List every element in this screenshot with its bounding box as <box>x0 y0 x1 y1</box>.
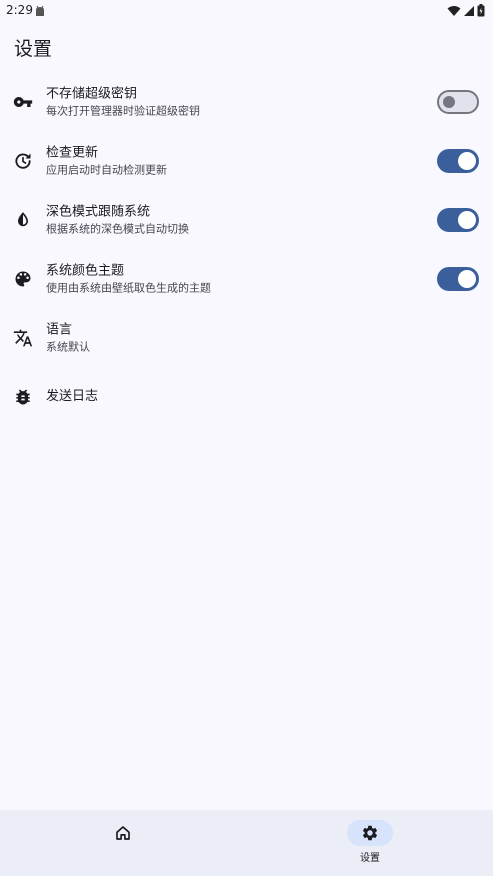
setting-title: 不存储超级密钥 <box>46 86 138 101</box>
nav-label: 设置 <box>360 853 380 864</box>
translate-icon <box>13 328 33 348</box>
setting-dark-mode-follow-system[interactable]: 深色模式跟随系统 根据系统的深色模式自动切换 <box>0 190 493 249</box>
setting-language[interactable]: 语言 系统默认 <box>0 308 493 367</box>
nav-indicator <box>347 820 393 846</box>
setting-subtitle: 系统默认 <box>46 340 90 353</box>
switch-knob <box>458 210 476 229</box>
setting-title: 语言 <box>46 322 73 337</box>
skip-store-superkey-switch[interactable] <box>437 89 479 114</box>
settings-list: 不存储超级密钥 每次打开管理器时验证超级密钥 检查更新 应用启动时自动检测更新 … <box>0 72 493 426</box>
contrast-icon <box>13 210 33 230</box>
setting-check-update[interactable]: 检查更新 应用启动时自动检测更新 <box>0 131 493 190</box>
switch-knob <box>458 269 476 288</box>
key-icon <box>13 92 33 112</box>
setting-subtitle: 根据系统的深色模式自动切换 <box>46 222 189 235</box>
system-color-theme-switch[interactable] <box>437 266 479 291</box>
status-bar: 2:29 <box>0 0 493 22</box>
setting-title: 检查更新 <box>46 145 99 160</box>
nav-item-settings[interactable]: 设置 <box>247 810 493 876</box>
android-notification-icon <box>36 5 44 16</box>
update-icon <box>13 151 33 171</box>
battery-icon <box>477 4 485 17</box>
dark-mode-switch[interactable] <box>437 207 479 232</box>
setting-title: 深色模式跟随系统 <box>46 204 151 219</box>
setting-send-log[interactable]: 发送日志 <box>0 367 493 426</box>
status-icons <box>447 4 485 17</box>
setting-title: 系统颜色主题 <box>46 263 125 278</box>
status-time: 2:29 <box>6 3 33 17</box>
setting-skip-store-superkey[interactable]: 不存储超级密钥 每次打开管理器时验证超级密钥 <box>0 72 493 131</box>
wifi-icon <box>447 5 461 16</box>
switch-knob <box>443 95 455 108</box>
setting-subtitle: 使用由系统由壁纸取色生成的主题 <box>46 281 211 294</box>
home-icon <box>116 826 130 840</box>
bottom-navigation: 设置 <box>0 810 493 876</box>
bug-icon <box>13 387 33 407</box>
setting-system-color-theme[interactable]: 系统颜色主题 使用由系统由壁纸取色生成的主题 <box>0 249 493 308</box>
signal-icon <box>464 5 474 16</box>
nav-indicator <box>100 820 146 846</box>
gear-icon <box>362 825 378 841</box>
palette-icon <box>13 269 33 289</box>
setting-title: 发送日志 <box>46 388 99 404</box>
setting-subtitle: 每次打开管理器时验证超级密钥 <box>46 104 200 117</box>
page-title: 设置 <box>14 38 53 60</box>
switch-knob <box>458 151 476 170</box>
setting-subtitle: 应用启动时自动检测更新 <box>46 163 167 176</box>
nav-item-home[interactable] <box>0 810 246 876</box>
check-update-switch[interactable] <box>437 148 479 173</box>
